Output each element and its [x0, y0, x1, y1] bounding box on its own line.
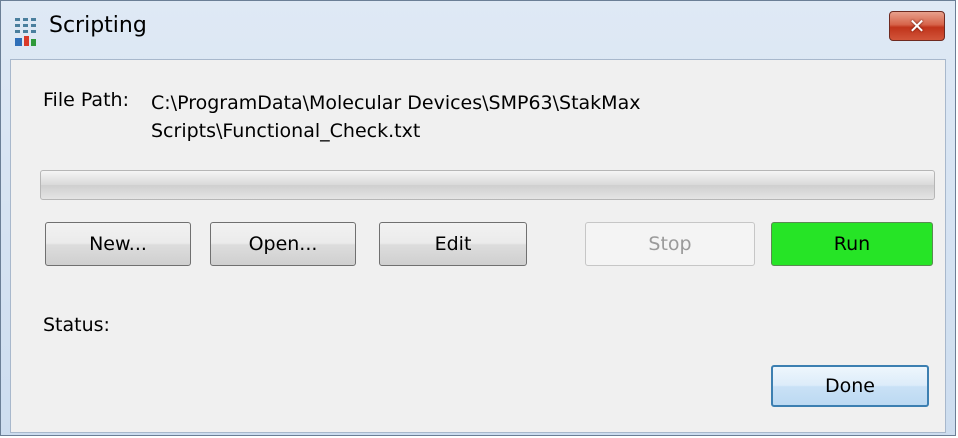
scripting-app-icon	[13, 15, 39, 49]
close-icon: ✕	[908, 14, 926, 38]
scripting-window: Scripting ✕ File Path: C:\ProgramData\Mo…	[0, 0, 956, 436]
open-button[interactable]: Open...	[210, 222, 356, 266]
stop-button[interactable]: Stop	[585, 222, 755, 266]
status-label: Status:	[43, 314, 110, 336]
edit-button[interactable]: Edit	[379, 222, 527, 266]
window-title: Scripting	[49, 13, 147, 38]
file-path-label: File Path:	[43, 89, 129, 111]
dialog-body: File Path: C:\ProgramData\Molecular Devi…	[10, 59, 946, 433]
file-path-line-2: Scripts\Functional_Check.txt	[151, 120, 421, 142]
title-bar[interactable]: Scripting ✕	[1, 1, 955, 59]
run-button[interactable]: Run	[771, 222, 933, 266]
file-path-line-1: C:\ProgramData\Molecular Devices\SMP63\S…	[151, 92, 641, 114]
progress-bar	[40, 170, 935, 200]
file-path-value: C:\ProgramData\Molecular Devices\SMP63\S…	[151, 89, 751, 145]
close-button[interactable]: ✕	[889, 11, 945, 41]
new-button[interactable]: New...	[45, 222, 191, 266]
done-button[interactable]: Done	[771, 365, 929, 407]
